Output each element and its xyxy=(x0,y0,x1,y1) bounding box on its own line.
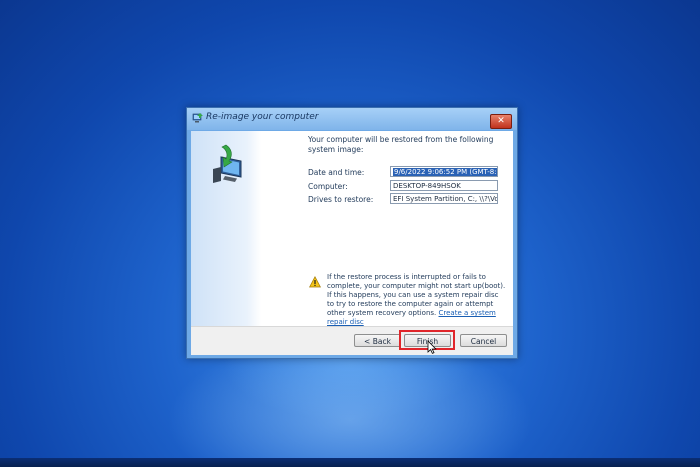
computer-restore-icon xyxy=(213,144,242,183)
close-button[interactable]: ✕ xyxy=(490,114,512,129)
dialog-body: Your computer will be restored from the … xyxy=(191,131,513,355)
intro-text: Your computer will be restored from the … xyxy=(308,135,494,154)
computer-value: DESKTOP-849HSOK xyxy=(393,182,461,190)
computer-label: Computer: xyxy=(308,182,348,191)
date-time-label: Date and time: xyxy=(308,168,365,177)
back-button[interactable]: < Back xyxy=(354,334,401,347)
side-panel xyxy=(191,131,261,326)
title-bar: Re-image your computer ✕ xyxy=(187,108,517,130)
date-time-field[interactable]: 9/6/2022 9:06:52 PM (GMT-8:00) xyxy=(390,166,498,177)
mouse-pointer-icon xyxy=(427,340,437,354)
button-bar: < Back Finish Cancel xyxy=(191,326,513,355)
restore-computer-icon xyxy=(192,113,203,123)
date-time-value: 9/6/2022 9:06:52 PM (GMT-8:00) xyxy=(393,168,497,176)
warning-message: If the restore process is interrupted or… xyxy=(327,273,507,327)
drives-value: EFI System Partition, C:, \\?\Volum xyxy=(393,195,498,203)
dialog-title: Re-image your computer xyxy=(206,112,319,122)
monitor-bezel xyxy=(0,458,700,467)
warning-icon xyxy=(309,276,321,288)
drives-field[interactable]: EFI System Partition, C:, \\?\Volum xyxy=(390,193,498,204)
cancel-button[interactable]: Cancel xyxy=(460,334,507,347)
computer-field[interactable]: DESKTOP-849HSOK xyxy=(390,180,498,191)
drives-label: Drives to restore: xyxy=(308,195,374,204)
reimage-dialog: Re-image your computer ✕ Your computer w… xyxy=(186,107,518,359)
